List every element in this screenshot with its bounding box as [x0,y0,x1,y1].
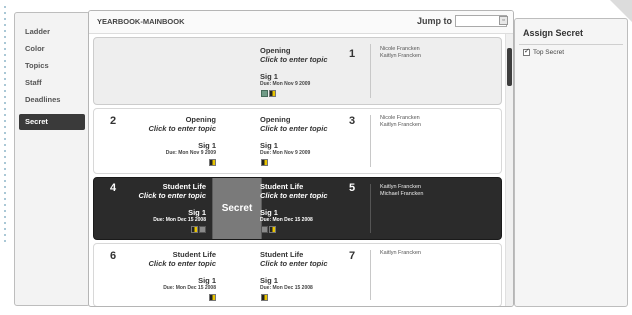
page-due-date: Due: Mon Dec 15 2008 [260,285,313,291]
page-thumbnail-icon[interactable] [261,159,268,166]
page-icons [260,159,328,167]
page-due-date: Due: Mon Nov 9 2009 [260,150,311,156]
page-icons [260,226,328,234]
page-icons [124,159,216,167]
page-icons [124,294,216,302]
ladder-panel: YEARBOOK-MAINBOOK Jump to ▫ Opening Clic… [88,10,514,307]
page-section: Opening [185,115,216,124]
sidebar-item-deadlines[interactable]: Deadlines [15,92,89,108]
page-thumbnail-icon[interactable] [269,226,276,233]
scrollbar-thumb[interactable] [507,48,512,86]
page-section: Opening [260,46,291,55]
page-right[interactable]: Student Life Click to enter topic Sig 1 … [260,250,328,302]
page-topic[interactable]: Click to enter topic [260,55,328,64]
spread-row[interactable]: Opening Click to enter topic Sig 1 Due: … [93,37,502,105]
staff-name: Kaitlyn Francken [380,53,421,59]
page-signature: Sig 1 [260,208,278,217]
page-number: 5 [349,182,356,194]
page-due-date: Due: Mon Dec 15 2008 [260,217,313,223]
staff-name: Michael Francken [380,191,424,197]
vertical-scrollbar[interactable] [505,34,513,306]
spread-divider [370,250,371,300]
assign-secret-panel: Assign Secret Top Secret [514,18,628,307]
sidebar-item-topics[interactable]: Topics [15,58,89,74]
staff-names: Kaitlyn Francken [380,250,421,257]
page-right[interactable]: Student Life Click to enter topic Sig 1 … [260,182,328,234]
page-thumbnail-icon[interactable] [261,294,268,301]
top-secret-label[interactable]: Top Secret [533,49,564,56]
page-thumbnail-icon[interactable] [209,159,216,166]
secret-overlay: Secret [212,178,262,239]
decorative-dots [2,6,8,256]
sidebar-nav: Ladder Color Topics Staff Deadlines Secr… [14,12,90,306]
photo-thumbnail-icon[interactable] [261,226,268,233]
sidebar-item-secret[interactable]: Secret [19,114,85,130]
staff-name: Kaitlyn Francken [380,250,421,256]
page-left[interactable]: Student Life Click to enter topic Sig 1 … [114,182,206,234]
page-signature: Sig 1 [198,276,216,285]
sidebar-item-color[interactable]: Color [15,41,89,57]
photo-thumbnail-icon[interactable] [261,90,268,97]
page-signature: Sig 1 [260,72,278,81]
page-due-date: Due: Mon Nov 9 2009 [260,81,311,87]
spread-row[interactable]: 2 Opening Click to enter topic Sig 1 Due… [93,108,502,174]
spread-row[interactable]: 6 Student Life Click to enter topic Sig … [93,243,502,306]
spread-divider [370,115,371,167]
page-thumbnail-icon[interactable] [191,226,198,233]
page-due-date: Due: Mon Dec 15 2008 [153,217,206,223]
spread-row-selected[interactable]: Secret 4 Student Life Click to enter top… [93,177,502,240]
page-number: 3 [349,115,356,127]
secret-label: Secret [221,203,253,214]
page-topic[interactable]: Click to enter topic [114,191,206,200]
page-icons [260,90,328,98]
page-thumbnail-icon[interactable] [269,90,276,97]
staff-names: Nicole Francken Kaitlyn Francken [380,115,421,129]
sidebar-item-staff[interactable]: Staff [15,75,89,91]
page-section: Student Life [162,182,206,191]
page-thumbnail-icon[interactable] [209,294,216,301]
page-topic[interactable]: Click to enter topic [260,124,328,133]
page-section: Student Life [172,250,216,259]
panel-divider [519,44,623,45]
assign-secret-title: Assign Secret [523,28,584,38]
page-icons [114,226,206,234]
page-topic[interactable]: Click to enter topic [260,259,328,268]
page-signature: Sig 1 [198,141,216,150]
page-left[interactable]: Opening Click to enter topic Sig 1 Due: … [124,115,216,167]
spread-divider [370,184,371,233]
photo-thumbnail-icon[interactable] [199,226,206,233]
page-icons [260,294,328,302]
sidebar-item-ladder[interactable]: Ladder [15,24,89,40]
page-signature: Sig 1 [188,208,206,217]
page-number: 1 [349,48,356,60]
top-secret-checkbox[interactable] [523,47,530,56]
page-right[interactable]: Opening Click to enter topic Sig 1 Due: … [260,115,328,167]
staff-name: Nicole Francken [380,46,420,52]
page-signature: Sig 1 [260,141,278,150]
page-number: 6 [110,250,117,262]
page-due-date: Due: Mon Dec 15 2008 [163,285,216,291]
staff-name: Kaitlyn Francken [380,184,421,190]
page-number: 7 [349,250,356,262]
spread-divider [370,44,371,98]
page-due-date: Due: Mon Nov 9 2009 [165,150,216,156]
page-section: Student Life [260,182,304,191]
page-right[interactable]: Opening Click to enter topic Sig 1 Due: … [260,46,328,98]
jump-to-label: Jump to [417,16,452,26]
staff-name: Kaitlyn Francken [380,122,421,128]
page-section: Opening [260,115,291,124]
page-left[interactable]: Student Life Click to enter topic Sig 1 … [124,250,216,302]
page-number: 2 [110,115,117,127]
page-section: Student Life [260,250,304,259]
ladder-header: YEARBOOK-MAINBOOK Jump to ▫ [89,11,513,34]
staff-names: Kaitlyn Francken Michael Francken [380,184,423,198]
staff-names: Nicole Francken Kaitlyn Francken [380,46,421,60]
book-title: YEARBOOK-MAINBOOK [97,17,185,26]
jump-go-button[interactable]: ▫ [499,16,508,25]
page-topic[interactable]: Click to enter topic [260,191,328,200]
page-topic[interactable]: Click to enter topic [124,124,216,133]
page-topic[interactable]: Click to enter topic [124,259,216,268]
staff-name: Nicole Francken [380,115,420,121]
page-signature: Sig 1 [260,276,278,285]
